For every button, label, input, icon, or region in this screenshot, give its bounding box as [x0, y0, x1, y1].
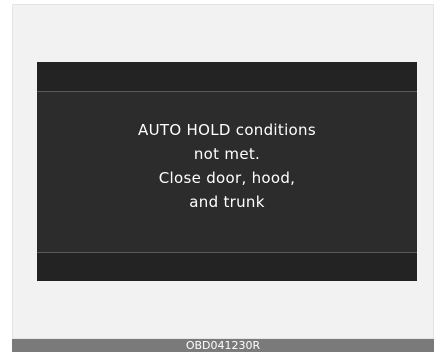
- cluster-display: AUTO HOLD conditions not met. Close door…: [37, 62, 417, 281]
- message-line-3: Close door, hood,: [158, 169, 296, 187]
- message-line-2: not met.: [193, 145, 261, 163]
- message-line-1: AUTO HOLD conditions: [138, 121, 316, 139]
- display-top-bar: [37, 62, 417, 92]
- display-bottom-bar: [37, 252, 417, 281]
- figure-code-label: OBD041230R: [12, 339, 434, 352]
- auto-hold-warning-message: AUTO HOLD conditions not met. Close door…: [37, 118, 417, 214]
- message-line-4: and trunk: [189, 193, 265, 211]
